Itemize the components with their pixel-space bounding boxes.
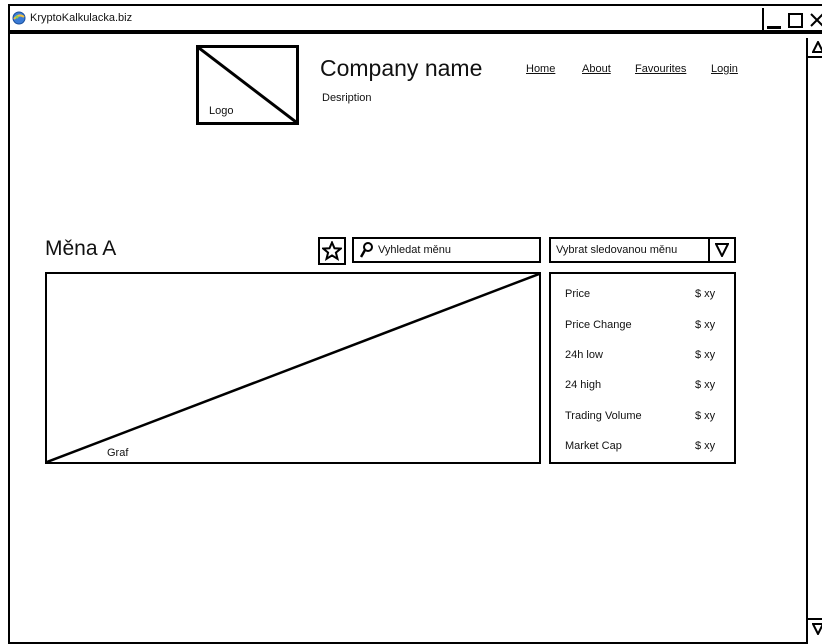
stat-label: 24h low: [565, 349, 603, 361]
company-description: Desription: [322, 92, 372, 104]
maximize-icon: [787, 12, 803, 28]
nav-link-about[interactable]: About: [582, 63, 611, 75]
stat-row-market-cap: Market Cap $ xy: [565, 440, 725, 456]
star-icon: [322, 241, 342, 261]
browser-icon: [12, 11, 26, 25]
search-icon: [360, 242, 373, 258]
chart-placeholder: Graf: [45, 272, 541, 464]
nav-link-login[interactable]: Login: [711, 63, 738, 75]
stat-value: $ xy: [695, 319, 716, 331]
logo-label: Logo: [209, 105, 234, 117]
select-value: Vybrat sledovanou měnu: [556, 244, 678, 256]
nav-link-home[interactable]: Home: [526, 63, 555, 75]
company-name: Company name: [320, 55, 483, 81]
stat-label: Price: [565, 288, 591, 300]
stat-value: $ xy: [695, 440, 716, 452]
stat-value: $ xy: [695, 379, 716, 391]
chart-label: Graf: [107, 447, 129, 459]
stat-row-trading-volume: Trading Volume $ xy: [565, 410, 725, 426]
currency-title: Měna A: [45, 237, 117, 260]
stat-row-24-high: 24 high $ xy: [565, 379, 725, 395]
stat-row-24h-low: 24h low $ xy: [565, 349, 725, 365]
search-input[interactable]: [378, 242, 538, 258]
logo[interactable]: Logo: [196, 45, 299, 125]
scroll-down-button[interactable]: [808, 618, 822, 638]
title-bar: KryptoKalkulacka.biz: [10, 6, 822, 34]
chart-placeholder-line: [47, 274, 539, 462]
scroll-up-button[interactable]: [808, 38, 822, 58]
currency-search[interactable]: [352, 237, 541, 263]
watchlist-select[interactable]: Vybrat sledovanou měnu: [549, 237, 736, 263]
stat-label: 24 high: [565, 379, 602, 391]
nav-link-favourites[interactable]: Favourites: [635, 63, 686, 75]
window-title: KryptoKalkulacka.biz: [30, 12, 133, 24]
stat-row-price-change: Price Change $ xy: [565, 319, 725, 335]
stat-value: $ xy: [695, 288, 716, 300]
stat-label: Market Cap: [565, 440, 622, 452]
stat-label: Trading Volume: [565, 410, 642, 422]
stat-value: $ xy: [695, 349, 716, 361]
close-icon: [810, 13, 822, 27]
minimize-button[interactable]: [762, 8, 784, 32]
minimize-icon: [767, 25, 781, 29]
dropdown-button[interactable]: [708, 239, 734, 261]
favourite-button[interactable]: [318, 237, 346, 265]
triangle-up-icon: [812, 41, 822, 53]
stat-value: $ xy: [695, 410, 716, 422]
triangle-down-icon: [812, 623, 822, 635]
close-button[interactable]: [806, 8, 822, 32]
stat-row-price: Price $ xy: [565, 288, 725, 304]
vertical-scrollbar[interactable]: [806, 38, 822, 644]
stats-panel: Price $ xy Price Change $ xy 24h low $ x…: [549, 272, 736, 464]
triangle-down-icon: [715, 243, 729, 257]
stat-label: Price Change: [565, 319, 632, 331]
maximize-button[interactable]: [784, 8, 806, 32]
